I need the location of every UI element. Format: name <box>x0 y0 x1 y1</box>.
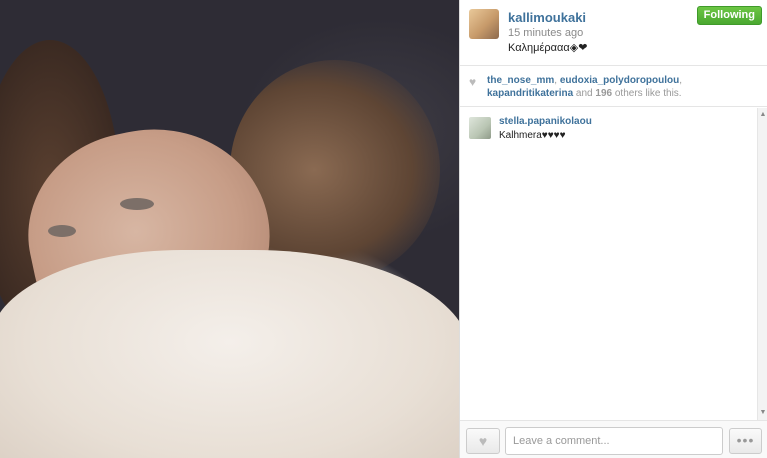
like-user-link[interactable]: the_nose_mm <box>487 75 554 86</box>
like-user-link[interactable]: kapandritikaterina <box>487 88 573 99</box>
like-user-link[interactable]: eudoxia_polydoropoulou <box>560 75 679 86</box>
comments-list: stella.papanikolaou Kalhmera♥♥♥♥ <box>460 108 758 420</box>
comment-username[interactable]: stella.papanikolaou <box>499 116 592 127</box>
post-caption: Καλημέρααα◈❤ <box>508 42 588 54</box>
heart-icon: ♥ <box>469 75 477 89</box>
scroll-up-icon[interactable]: ▲ <box>758 110 767 120</box>
more-options-button[interactable]: ••• <box>729 428 762 454</box>
comment-input[interactable] <box>505 427 723 455</box>
likes-section: ♥ the_nose_mm, eudoxia_polydoropoulou, k… <box>460 67 767 107</box>
heart-icon: ♥ <box>478 433 488 449</box>
post-photo[interactable] <box>0 0 459 458</box>
comment-text: Kalhmera♥♥♥♥ <box>499 130 566 141</box>
likes-text: the_nose_mm, eudoxia_polydoropoulou, kap… <box>487 74 762 100</box>
likes-others-count[interactable]: 196 <box>595 88 612 99</box>
likes-separator: , <box>679 75 683 86</box>
post-timestamp: 15 minutes ago <box>508 27 584 39</box>
avatar[interactable] <box>469 9 499 39</box>
post-header: kallimoukaki 15 minutes ago Καλημέρααα◈❤… <box>460 0 767 66</box>
post-side-panel: kallimoukaki 15 minutes ago Καλημέρααα◈❤… <box>459 0 767 458</box>
comments-scrollbar[interactable]: ▲ ▼ <box>757 108 767 420</box>
post-username[interactable]: kallimoukaki <box>508 10 586 25</box>
like-button[interactable]: ♥ <box>466 428 500 454</box>
comment-footer: ♥ ••• <box>460 420 767 458</box>
likes-and: and <box>573 88 596 99</box>
comment-avatar[interactable] <box>469 117 491 139</box>
likes-others-text: others like this. <box>612 88 682 99</box>
following-button[interactable]: Following <box>696 6 762 25</box>
photo-eye <box>120 198 154 210</box>
photo-eye <box>48 225 76 237</box>
scroll-down-icon[interactable]: ▼ <box>758 408 767 418</box>
photo-blanket <box>0 250 459 458</box>
